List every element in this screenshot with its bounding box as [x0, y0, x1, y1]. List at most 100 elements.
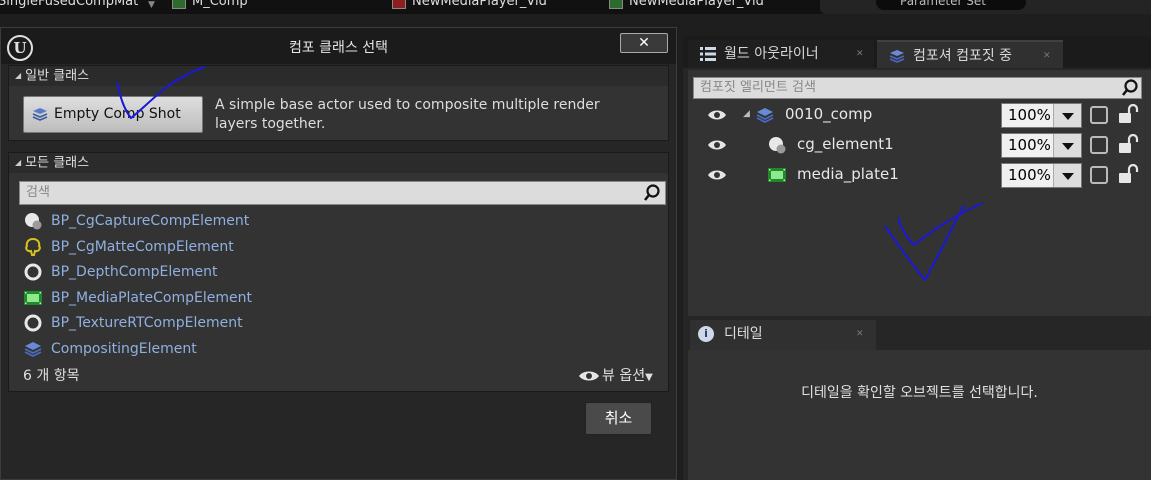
dialog-title: 컴포 클래스 선택: [288, 40, 389, 56]
opacity-dropdown[interactable]: 100%: [1001, 163, 1082, 188]
section-header[interactable]: ◢ 일반 클래스: [9, 66, 668, 86]
tree-row[interactable]: cg_element1 100%: [688, 131, 1151, 159]
list-item-label: BP_CgMatteCompElement: [51, 238, 234, 255]
tab-world-outliner[interactable]: 월드 아웃라이너 ✕: [688, 40, 874, 68]
list-item[interactable]: BP_MediaPlateCompElement: [23, 286, 643, 312]
unlock-icon[interactable]: [1117, 104, 1139, 124]
editor-tab[interactable]: SingleFusedCompMat: [0, 0, 138, 14]
search-icon: [644, 184, 660, 201]
layers-icon: [32, 108, 48, 121]
cancel-button[interactable]: 취소: [585, 402, 652, 435]
cg-capture-icon: [25, 213, 42, 230]
tree-row[interactable]: media_plate1 100%: [688, 161, 1151, 189]
editor-tab[interactable]: NewMediaPlayer_Vid: [609, 0, 764, 14]
visibility-eye-icon[interactable]: [707, 109, 727, 121]
dialog-titlebar[interactable]: U 컴포 클래스 선택 ✕: [1, 28, 676, 64]
class-search-input[interactable]: 검색: [19, 181, 666, 205]
opacity-dropdown[interactable]: 100%: [1001, 133, 1082, 158]
details-panel: 디테일을 확인할 오브젝트를 선택합니다.: [688, 350, 1151, 480]
tab-compositing[interactable]: 컴포셔 컴포짓 중 ✕: [877, 40, 1063, 68]
all-classes-section: ◢ 모든 클래스 검색 BP_CgCaptureCompElement BP_Cg…: [8, 152, 669, 392]
collapse-triangle-icon: ◢: [15, 71, 22, 80]
material-icon: [172, 0, 186, 9]
list-item[interactable]: BP_DepthCompElement: [23, 260, 643, 286]
element-search-input[interactable]: 컴포짓 엘리먼트 검색: [693, 77, 1142, 99]
list-item[interactable]: BP_CgCaptureCompElement: [23, 209, 643, 235]
chevron-down-icon[interactable]: [1053, 104, 1081, 127]
chevron-down-icon[interactable]: [1053, 134, 1081, 157]
empty-comp-shot-button[interactable]: Empty Comp Shot: [23, 96, 203, 133]
search-placeholder: 검색: [26, 185, 50, 200]
visibility-eye-icon[interactable]: [707, 139, 727, 151]
cg-capture-icon: [769, 137, 786, 154]
editor-tab-label: SingleFusedCompMat: [0, 0, 139, 9]
composure-outliner: 컴포짓 엘리먼트 검색 ◢ 0010_comp 100% cg_element1…: [688, 70, 1151, 316]
freeze-toggle[interactable]: [1090, 166, 1108, 184]
right-tab-bar: 월드 아웃라이너 ✕ 컴포셔 컴포짓 중 ✕: [683, 36, 1151, 68]
tab-label: 월드 아웃라이너: [724, 46, 819, 62]
button-label: Empty Comp Shot: [54, 106, 181, 122]
unlock-icon[interactable]: [1117, 164, 1139, 184]
tree-row-label: 0010_comp: [785, 105, 873, 123]
chevron-down-icon: ▼: [645, 372, 653, 383]
list-item[interactable]: BP_TextureRTCompElement: [23, 311, 643, 337]
outliner-icon: [700, 47, 716, 61]
editor-tab[interactable]: M_Comp: [172, 0, 248, 14]
layers-icon: [889, 50, 905, 63]
close-icon[interactable]: ✕: [1043, 42, 1051, 70]
freeze-toggle[interactable]: [1090, 136, 1108, 154]
list-item-label: BP_MediaPlateCompElement: [51, 289, 252, 306]
unlock-icon[interactable]: [1117, 134, 1139, 154]
media-player-icon: [392, 0, 406, 9]
list-item-label: BP_DepthCompElement: [51, 264, 218, 280]
section-header[interactable]: ◢ 모든 클래스: [9, 153, 668, 173]
item-count: 6 개 항목: [23, 368, 80, 384]
eye-icon: [579, 371, 599, 381]
chevron-down-icon[interactable]: ▼: [148, 0, 168, 14]
section-title: 모든 클래스: [25, 155, 90, 171]
close-icon[interactable]: ✕: [856, 40, 864, 68]
editor-tab-label: NewMediaPlayer_Vid: [629, 0, 764, 9]
opacity-value: 100%: [1008, 136, 1051, 154]
list-item-label: CompositingElement: [51, 340, 197, 357]
opacity-value: 100%: [1008, 166, 1051, 184]
parameter-set-dropdown[interactable]: Parameter Set: [876, 0, 1026, 10]
layers-icon: [756, 108, 774, 124]
pick-comp-class-dialog: U 컴포 클래스 선택 ✕ ◢ 일반 클래스 Empty Comp Shot A …: [0, 27, 677, 480]
media-plate-icon: [24, 290, 42, 305]
opacity-dropdown[interactable]: 100%: [1001, 103, 1082, 128]
chevron-down-icon[interactable]: [1053, 164, 1081, 187]
freeze-toggle[interactable]: [1090, 106, 1108, 124]
class-list: BP_CgCaptureCompElement BP_CgMatteCompEl…: [23, 209, 643, 362]
list-item-label: BP_CgCaptureCompElement: [51, 213, 250, 229]
close-icon[interactable]: ✕: [856, 320, 864, 348]
ring-icon: [24, 314, 42, 332]
editor-tab-label: NewMediaPlayer_Vid: [412, 0, 547, 9]
expand-arrow-icon[interactable]: ◢: [743, 109, 750, 119]
editor-tab-strip: SingleFusedCompMat ▼ M_Comp NewMediaPlay…: [0, 0, 1151, 14]
view-options-label: 뷰 옵션: [602, 368, 646, 384]
common-classes-section: ◢ 일반 클래스 Empty Comp Shot A simple base ac…: [8, 65, 669, 141]
details-empty-message: 디테일을 확인할 오브젝트를 선택합니다.: [801, 385, 1038, 401]
tree-row-label: media_plate1: [797, 165, 899, 183]
list-item[interactable]: CompositingElement: [23, 337, 643, 363]
list-item[interactable]: BP_CgMatteCompElement: [23, 235, 643, 261]
tab-label: 디테일: [724, 326, 763, 342]
search-icon: [1122, 79, 1138, 96]
layers-icon: [24, 341, 42, 357]
tree-row-label: cg_element1: [797, 135, 894, 153]
info-icon: i: [698, 326, 714, 342]
search-placeholder: 컴포짓 엘리먼트 검색: [700, 80, 816, 95]
tab-label: 컴포셔 컴포짓 중: [913, 48, 1013, 64]
toolbar-area: Parameter Set: [820, 0, 1151, 14]
visibility-eye-icon[interactable]: [707, 169, 727, 181]
tree-row[interactable]: ◢ 0010_comp 100%: [688, 101, 1151, 129]
close-button[interactable]: ✕: [620, 33, 668, 53]
class-description: A simple base actor used to composite mu…: [215, 97, 600, 132]
editor-tab-label: M_Comp: [192, 0, 248, 9]
ring-icon: [24, 263, 42, 281]
view-options-button[interactable]: 뷰 옵션▼: [578, 365, 653, 385]
tab-details[interactable]: i 디테일 ✕: [690, 320, 876, 350]
editor-tab[interactable]: NewMediaPlayer_Vid: [392, 0, 547, 14]
media-player-icon: [609, 0, 623, 9]
